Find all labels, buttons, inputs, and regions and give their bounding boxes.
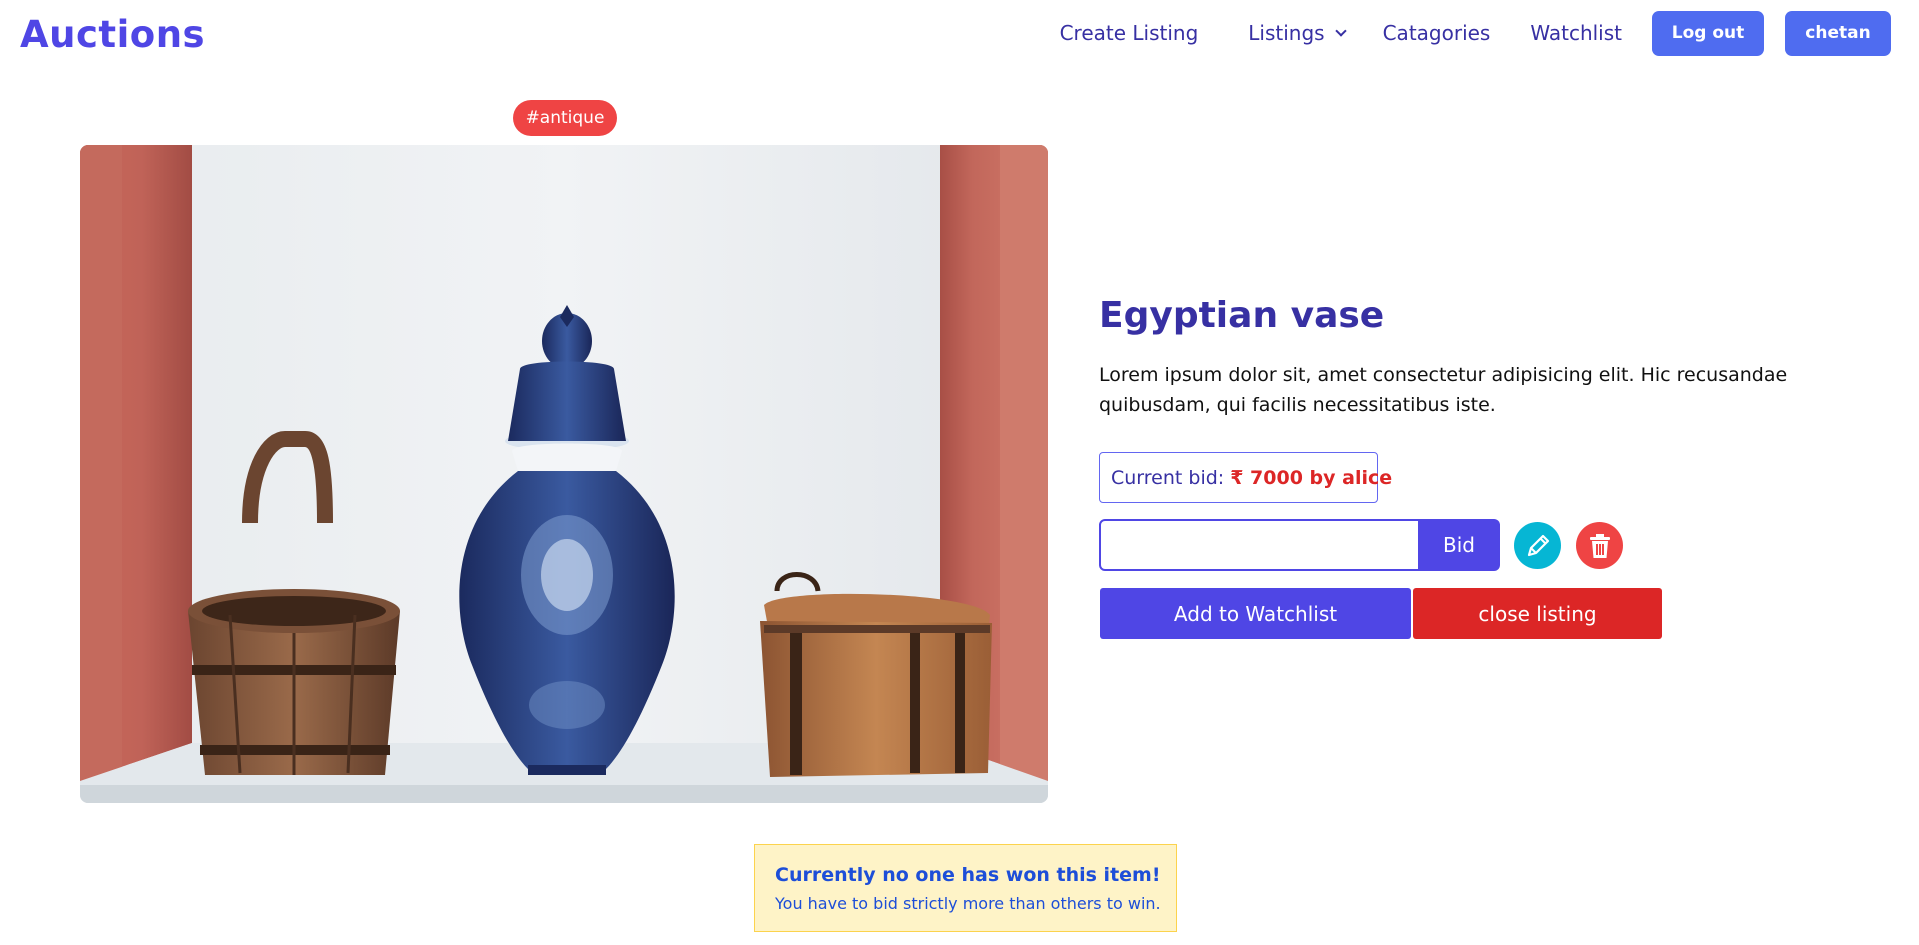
bid-button[interactable]: Bid [1418, 519, 1500, 571]
brand-logo[interactable]: Auctions [20, 13, 205, 56]
edit-listing-button[interactable] [1514, 522, 1561, 569]
current-bid-box: Current bid: ₹ 7000 by alice [1099, 452, 1392, 503]
logout-button[interactable]: Log out [1652, 10, 1764, 56]
delete-listing-button[interactable] [1576, 522, 1623, 569]
nav-listings-label: Listings [1248, 21, 1325, 45]
nav-links: Create Listing Listings Catagories Watch… [1060, 10, 1891, 56]
user-button[interactable]: chetan [1785, 10, 1891, 56]
current-bid-label: Current bid: [1111, 466, 1225, 489]
listing-image [80, 145, 1048, 803]
nav-listings-dropdown[interactable]: Listings [1248, 21, 1347, 45]
category-tag[interactable]: #antique [513, 100, 617, 136]
chevron-down-icon [1334, 24, 1347, 37]
current-bid-value: ₹ 7000 by alice [1230, 466, 1393, 489]
notice-title: Currently no one has won this item! [775, 864, 1161, 886]
listing-description: Lorem ipsum dolor sit, amet consectetur … [1099, 364, 1788, 416]
navbar: Auctions Create Listing Listings Catagor… [0, 0, 1919, 70]
nav-create-listing[interactable]: Create Listing [1060, 21, 1199, 45]
trash-icon [1589, 533, 1610, 558]
bid-amount-input[interactable] [1099, 519, 1420, 571]
notice-text: You have to bid strictly more than other… [775, 894, 1161, 913]
close-listing-button[interactable]: close listing [1413, 588, 1662, 639]
listing-title: Egyptian vase [1099, 295, 1385, 336]
nav-watchlist[interactable]: Watchlist [1530, 21, 1622, 45]
add-to-watchlist-button[interactable]: Add to Watchlist [1100, 588, 1411, 639]
winner-notice: Currently no one has won this item! You … [754, 844, 1177, 932]
nav-categories[interactable]: Catagories [1383, 21, 1491, 45]
pencil-icon [1527, 534, 1549, 556]
